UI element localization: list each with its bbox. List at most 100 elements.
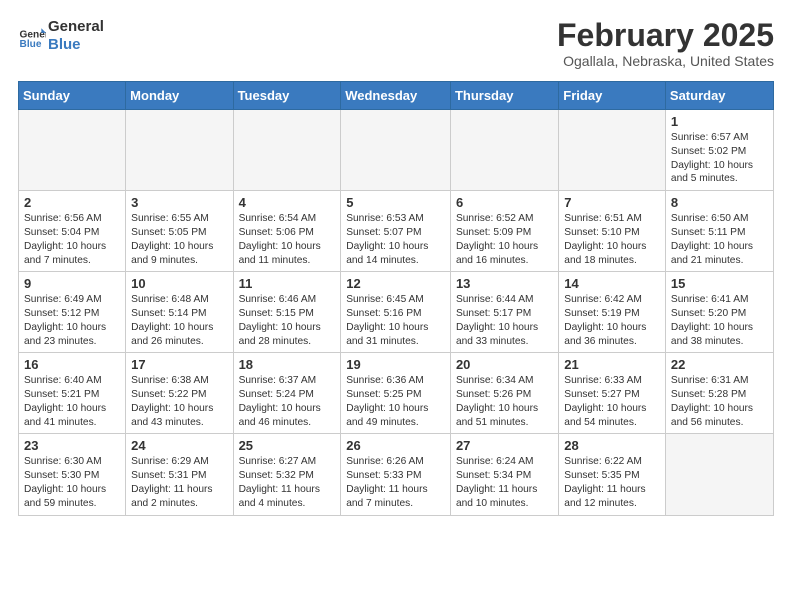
day-info: Sunrise: 6:24 AM Sunset: 5:34 PM Dayligh… (456, 455, 553, 510)
weekday-header-monday: Monday (126, 82, 233, 110)
day-number: 8 (671, 195, 768, 210)
day-info: Sunrise: 6:52 AM Sunset: 5:09 PM Dayligh… (456, 212, 553, 267)
calendar-cell: 5 Sunrise: 6:53 AM Sunset: 5:07 PM Daylig… (341, 191, 451, 272)
day-number: 1 (671, 114, 768, 129)
day-info: Sunrise: 6:56 AM Sunset: 5:04 PM Dayligh… (24, 212, 120, 267)
day-info: Sunrise: 6:45 AM Sunset: 5:16 PM Dayligh… (346, 293, 445, 348)
calendar-cell: 20Sunrise: 6:34 AM Sunset: 5:26 PM Dayli… (450, 353, 558, 434)
day-number: 20 (456, 357, 553, 372)
calendar-cell: 22 Sunrise: 6:31 AM Sunset: 5:28 PM Dayli… (665, 353, 773, 434)
day-number: 10 (131, 276, 227, 291)
day-info: Sunrise: 6:26 AM Sunset: 5:33 PM Dayligh… (346, 455, 445, 510)
calendar-cell: 3Sunrise: 6:55 AM Sunset: 5:05 PM Daylig… (126, 191, 233, 272)
day-number: 11 (239, 276, 336, 291)
day-number: 15 (671, 276, 768, 291)
calendar-cell (126, 110, 233, 191)
header: General Blue General Blue February 2025 … (18, 18, 774, 69)
calendar-cell: 17 Sunrise: 6:38 AM Sunset: 5:22 PM Dayli… (126, 353, 233, 434)
weekday-header-wednesday: Wednesday (341, 82, 451, 110)
page: General Blue General Blue February 2025 … (0, 0, 792, 528)
day-number: 24 (131, 438, 227, 453)
day-number: 16 (24, 357, 120, 372)
day-number: 28 (564, 438, 660, 453)
calendar-cell (665, 434, 773, 515)
day-number: 13 (456, 276, 553, 291)
calendar-cell: 12 Sunrise: 6:45 AM Sunset: 5:16 PM Dayli… (341, 272, 451, 353)
calendar-cell: 14 Sunrise: 6:42 AM Sunset: 5:19 PM Dayli… (559, 272, 666, 353)
day-info: Sunrise: 6:33 AM Sunset: 5:27 PM Dayligh… (564, 374, 660, 429)
day-info: Sunrise: 6:53 AM Sunset: 5:07 PM Dayligh… (346, 212, 445, 267)
day-info: Sunrise: 6:31 AM Sunset: 5:28 PM Dayligh… (671, 374, 768, 429)
weekday-header-tuesday: Tuesday (233, 82, 341, 110)
calendar-cell: 11Sunrise: 6:46 AM Sunset: 5:15 PM Dayli… (233, 272, 341, 353)
calendar-cell: 23 Sunrise: 6:30 AM Sunset: 5:30 PM Dayli… (19, 434, 126, 515)
day-info: Sunrise: 6:22 AM Sunset: 5:35 PM Dayligh… (564, 455, 660, 510)
calendar-cell: 6 Sunrise: 6:52 AM Sunset: 5:09 PM Daylig… (450, 191, 558, 272)
calendar-cell: 9 Sunrise: 6:49 AM Sunset: 5:12 PM Daylig… (19, 272, 126, 353)
day-info: Sunrise: 6:44 AM Sunset: 5:17 PM Dayligh… (456, 293, 553, 348)
day-number: 12 (346, 276, 445, 291)
day-info: Sunrise: 6:40 AM Sunset: 5:21 PM Dayligh… (24, 374, 120, 429)
logo-icon: General Blue (18, 22, 46, 50)
day-info: Sunrise: 6:49 AM Sunset: 5:12 PM Dayligh… (24, 293, 120, 348)
calendar-cell (559, 110, 666, 191)
day-info: Sunrise: 6:38 AM Sunset: 5:22 PM Dayligh… (131, 374, 227, 429)
day-number: 22 (671, 357, 768, 372)
day-info: Sunrise: 6:42 AM Sunset: 5:19 PM Dayligh… (564, 293, 660, 348)
day-number: 6 (456, 195, 553, 210)
day-info: Sunrise: 6:57 AM Sunset: 5:02 PM Dayligh… (671, 131, 768, 186)
calendar-cell: 4 Sunrise: 6:54 AM Sunset: 5:06 PM Daylig… (233, 191, 341, 272)
weekday-header-row: SundayMondayTuesdayWednesdayThursdayFrid… (19, 82, 774, 110)
weekday-header-friday: Friday (559, 82, 666, 110)
day-number: 7 (564, 195, 660, 210)
day-number: 23 (24, 438, 120, 453)
day-number: 18 (239, 357, 336, 372)
day-number: 4 (239, 195, 336, 210)
calendar-cell: 7 Sunrise: 6:51 AM Sunset: 5:10 PM Daylig… (559, 191, 666, 272)
calendar-cell: 2Sunrise: 6:56 AM Sunset: 5:04 PM Daylig… (19, 191, 126, 272)
week-row-3: 16 Sunrise: 6:40 AM Sunset: 5:21 PM Dayli… (19, 353, 774, 434)
calendar-cell (19, 110, 126, 191)
calendar-cell: 19 Sunrise: 6:36 AM Sunset: 5:25 PM Dayli… (341, 353, 451, 434)
day-info: Sunrise: 6:41 AM Sunset: 5:20 PM Dayligh… (671, 293, 768, 348)
calendar-cell: 1 Sunrise: 6:57 AM Sunset: 5:02 PM Daylig… (665, 110, 773, 191)
day-info: Sunrise: 6:48 AM Sunset: 5:14 PM Dayligh… (131, 293, 227, 348)
day-number: 9 (24, 276, 120, 291)
title-block: February 2025 Ogallala, Nebraska, United… (557, 18, 774, 69)
day-number: 17 (131, 357, 227, 372)
day-info: Sunrise: 6:36 AM Sunset: 5:25 PM Dayligh… (346, 374, 445, 429)
day-info: Sunrise: 6:27 AM Sunset: 5:32 PM Dayligh… (239, 455, 336, 510)
weekday-header-thursday: Thursday (450, 82, 558, 110)
day-number: 19 (346, 357, 445, 372)
day-number: 3 (131, 195, 227, 210)
calendar-table: SundayMondayTuesdayWednesdayThursdayFrid… (18, 81, 774, 515)
day-info: Sunrise: 6:29 AM Sunset: 5:31 PM Dayligh… (131, 455, 227, 510)
day-number: 26 (346, 438, 445, 453)
week-row-4: 23 Sunrise: 6:30 AM Sunset: 5:30 PM Dayli… (19, 434, 774, 515)
day-info: Sunrise: 6:54 AM Sunset: 5:06 PM Dayligh… (239, 212, 336, 267)
week-row-2: 9 Sunrise: 6:49 AM Sunset: 5:12 PM Daylig… (19, 272, 774, 353)
logo: General Blue General Blue (18, 18, 104, 54)
day-info: Sunrise: 6:50 AM Sunset: 5:11 PM Dayligh… (671, 212, 768, 267)
calendar-cell (450, 110, 558, 191)
svg-text:Blue: Blue (20, 39, 42, 50)
calendar-cell: 10 Sunrise: 6:48 AM Sunset: 5:14 PM Dayli… (126, 272, 233, 353)
calendar-cell (233, 110, 341, 191)
calendar-cell: 26 Sunrise: 6:26 AM Sunset: 5:33 PM Dayli… (341, 434, 451, 515)
day-info: Sunrise: 6:51 AM Sunset: 5:10 PM Dayligh… (564, 212, 660, 267)
calendar-cell: 28 Sunrise: 6:22 AM Sunset: 5:35 PM Dayli… (559, 434, 666, 515)
location-subtitle: Ogallala, Nebraska, United States (557, 53, 774, 69)
week-row-1: 2Sunrise: 6:56 AM Sunset: 5:04 PM Daylig… (19, 191, 774, 272)
weekday-header-saturday: Saturday (665, 82, 773, 110)
calendar-cell: 25Sunrise: 6:27 AM Sunset: 5:32 PM Dayli… (233, 434, 341, 515)
calendar-cell (341, 110, 451, 191)
day-info: Sunrise: 6:37 AM Sunset: 5:24 PM Dayligh… (239, 374, 336, 429)
day-number: 27 (456, 438, 553, 453)
logo-text: General Blue (48, 18, 104, 54)
day-number: 14 (564, 276, 660, 291)
day-info: Sunrise: 6:30 AM Sunset: 5:30 PM Dayligh… (24, 455, 120, 510)
calendar-cell: 16 Sunrise: 6:40 AM Sunset: 5:21 PM Dayli… (19, 353, 126, 434)
day-number: 5 (346, 195, 445, 210)
calendar-cell: 8 Sunrise: 6:50 AM Sunset: 5:11 PM Daylig… (665, 191, 773, 272)
calendar-cell: 21Sunrise: 6:33 AM Sunset: 5:27 PM Dayli… (559, 353, 666, 434)
